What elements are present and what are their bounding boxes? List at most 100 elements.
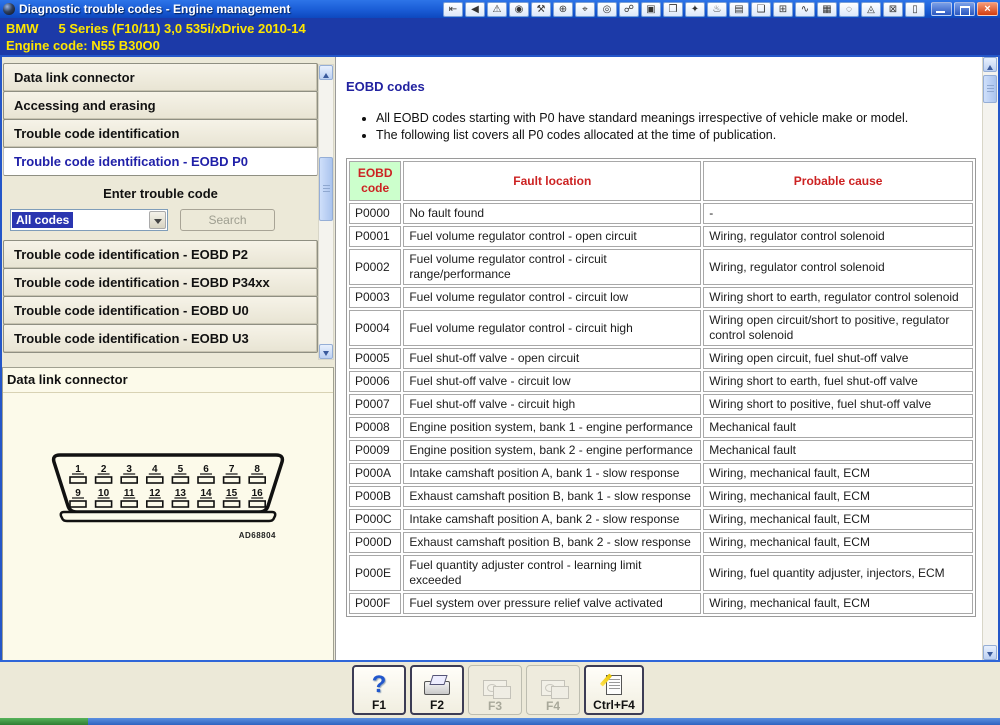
scrollbar-thumb[interactable] — [319, 157, 333, 221]
sidebar-group-top: Data link connector Accessing and erasing… — [3, 63, 318, 176]
pin-contact — [224, 501, 240, 507]
probable-cause-cell: Mechanical fault — [703, 417, 973, 438]
help-question-icon: ? — [372, 672, 387, 698]
sidebar-item[interactable]: Data link connector — [3, 63, 318, 92]
probable-cause-cell: Wiring, mechanical fault, ECM — [703, 532, 973, 553]
codes-dropdown-value: All codes — [12, 212, 73, 228]
printer-icon — [424, 681, 450, 695]
linked-images-button[interactable]: F3 — [468, 665, 522, 715]
sidebar-item[interactable]: Trouble code identification — [3, 119, 318, 148]
fault-location-cell: Exhaust camshaft position B, bank 2 - sl… — [403, 532, 701, 553]
probable-cause-cell: Wiring, mechanical fault, ECM — [703, 463, 973, 484]
machine-icon[interactable]: ▦ — [817, 2, 837, 17]
cable-icon[interactable]: ∿ — [795, 2, 815, 17]
table-row: P0005Fuel shut-off valve - open circuitW… — [349, 348, 973, 369]
pin-contact — [198, 477, 214, 483]
sidebar-item[interactable]: Trouble code identification - EOBD P0 — [3, 147, 318, 176]
figure-reference-label: AD68804 — [239, 531, 276, 540]
content-inner: EOBD codes All EOBD codes starting with … — [336, 57, 982, 660]
scroll-up-icon[interactable] — [319, 65, 333, 80]
window-controls: × — [931, 2, 998, 16]
content-area: EOBD codes All EOBD codes starting with … — [335, 57, 998, 660]
battery-icon[interactable]: ▯ — [905, 2, 925, 17]
vehicle-lift-icon[interactable]: ▤ — [729, 2, 749, 17]
scroll-down-icon[interactable] — [319, 344, 333, 359]
engine-parts-icon[interactable]: ⊠ — [883, 2, 903, 17]
go-back-icon[interactable]: ◀ — [465, 2, 485, 17]
door-panel-icon[interactable]: ❒ — [663, 2, 683, 17]
sidebar-scrollbar[interactable] — [318, 64, 334, 360]
vehicle-header: BMW5 Series (F10/11) 3,0 535i/xDrive 201… — [0, 18, 1000, 55]
restore-button[interactable] — [954, 2, 975, 16]
pin-contact — [70, 477, 86, 483]
pin-contact — [198, 501, 214, 507]
print-button[interactable]: F2 — [410, 665, 464, 715]
code-cell: P0000 — [349, 203, 401, 224]
pin-contact — [224, 477, 240, 483]
codes-dropdown[interactable]: All codes — [10, 209, 168, 231]
code-cell: P0005 — [349, 348, 401, 369]
pin-number: 10 — [98, 488, 110, 499]
help-button[interactable]: ?F1 — [352, 665, 406, 715]
tyre-icon[interactable]: ◎ — [597, 2, 617, 17]
fault-location-cell: Fuel shut-off valve - circuit high — [403, 394, 701, 415]
search-button[interactable]: Search — [180, 209, 275, 231]
vehicle-model: 5 Series (F10/11) 3,0 535i/xDrive 2010-1… — [59, 21, 306, 36]
bullet-item: All EOBD codes starting with P0 have sta… — [376, 110, 972, 127]
scroll-down-icon[interactable] — [983, 645, 997, 660]
function-key-label: F3 — [488, 699, 502, 713]
app-icon — [3, 3, 15, 15]
scrollbar-thumb[interactable] — [983, 75, 997, 103]
vehicle-icon[interactable]: ▣ — [641, 2, 661, 17]
scroll-up-icon[interactable] — [983, 57, 997, 72]
content-scrollbar[interactable] — [982, 57, 998, 660]
engine-code-label: Engine code: — [6, 38, 88, 53]
gasket-icon[interactable]: ◌ — [839, 2, 859, 17]
warning-icon[interactable]: ⚠ — [487, 2, 507, 17]
notes-button[interactable]: Ctrl+F4 — [584, 665, 644, 715]
diagnostics-icon[interactable]: ☍ — [619, 2, 639, 17]
sidebar-group-bottom: Trouble code identification - EOBD P2Tro… — [3, 240, 318, 353]
column-header-cause: Probable cause — [703, 161, 973, 201]
code-cell: P0009 — [349, 440, 401, 461]
minimize-button[interactable] — [931, 2, 952, 16]
table-header-row: EOBD code Fault location Probable cause — [349, 161, 973, 201]
obd-connector-svg: 12345678910111213141516 — [48, 452, 288, 530]
pin-contact — [121, 477, 137, 483]
pin-contact — [70, 501, 86, 507]
jack-icon[interactable]: ◬ — [861, 2, 881, 17]
fault-location-cell: Fuel volume regulator control - circuit … — [403, 287, 701, 308]
sidebar-item[interactable]: Trouble code identification - EOBD P2 — [3, 240, 318, 269]
pin-contact — [249, 477, 265, 483]
table-row: P0003Fuel volume regulator control - cir… — [349, 287, 973, 308]
flame-icon[interactable]: ♨ — [707, 2, 727, 17]
fault-location-cell: Fuel volume regulator control - open cir… — [403, 226, 701, 247]
linked-diagrams-button[interactable]: F4 — [526, 665, 580, 715]
globe-gauge-icon[interactable]: ⊕ — [553, 2, 573, 17]
sidebar-item-label: Accessing and erasing — [14, 98, 156, 113]
blank-icon[interactable]: ❑ — [751, 2, 771, 17]
probable-cause-cell: Wiring open circuit, fuel shut-off valve — [703, 348, 973, 369]
code-cell: P0006 — [349, 371, 401, 392]
mouse-icon[interactable]: ⌖ — [575, 2, 595, 17]
brakes-icon[interactable]: ◉ — [509, 2, 529, 17]
sidebar-item[interactable]: Trouble code identification - EOBD U3 — [3, 324, 318, 353]
probable-cause-cell: Wiring open circuit/short to positive, r… — [703, 310, 973, 346]
titlebar: Diagnostic trouble codes - Engine manage… — [0, 0, 1000, 18]
column-header-fault: Fault location — [403, 161, 701, 201]
go-first-icon[interactable]: ⇤ — [443, 2, 463, 17]
close-button[interactable]: × — [977, 2, 998, 16]
pin-contact — [121, 501, 137, 507]
spark-plug-icon[interactable]: ⚒ — [531, 2, 551, 17]
obd-connector-diagram: 12345678910111213141516 AD68804 — [48, 452, 288, 542]
chevron-down-icon[interactable] — [149, 211, 166, 229]
code-cell: P000B — [349, 486, 401, 507]
images-icon — [483, 680, 507, 696]
page-title: EOBD codes — [346, 79, 972, 94]
sidebar-item[interactable]: Trouble code identification - EOBD U0 — [3, 296, 318, 325]
pin-number: 11 — [124, 488, 135, 499]
sidebar-item[interactable]: Accessing and erasing — [3, 91, 318, 120]
service-tools-icon[interactable]: ✦ — [685, 2, 705, 17]
sidebar-item[interactable]: Trouble code identification - EOBD P34xx — [3, 268, 318, 297]
engine-sketch-icon[interactable]: ⊞ — [773, 2, 793, 17]
